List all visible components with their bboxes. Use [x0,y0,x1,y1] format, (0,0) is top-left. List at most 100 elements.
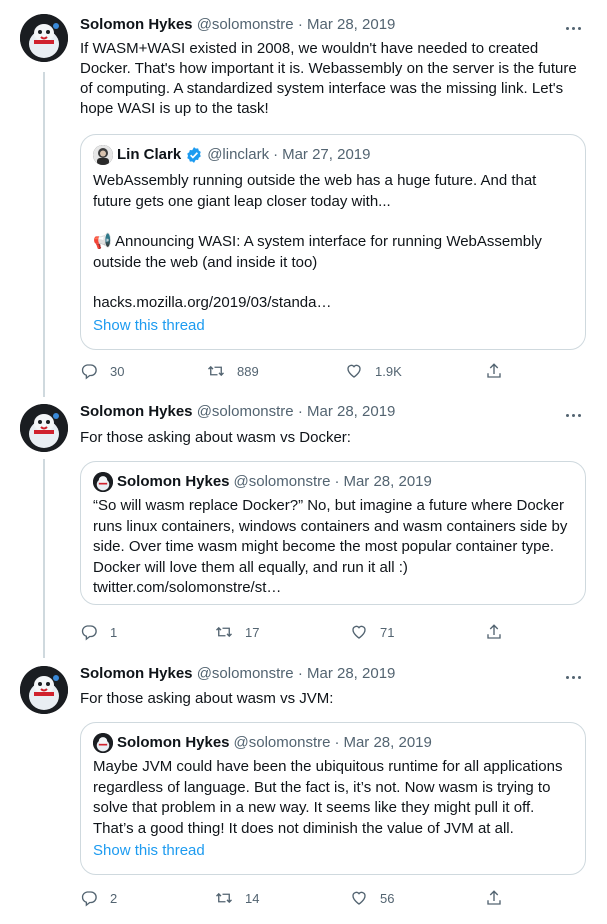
tweet-date[interactable]: Mar 28, 2019 [307,665,395,682]
user-portrait-icon [93,145,113,165]
heart-icon [352,891,366,905]
quoted-tweet-header: Lin Clark @linclark · Mar 27, 2019 [93,145,370,165]
quoted-tweet-header: Solomon Hykes @solomonstre · Mar 28, 201… [93,472,432,492]
show-thread-link[interactable]: Show this thread [93,841,205,861]
avatar[interactable] [20,666,68,714]
author-handle[interactable]: @solomonstre [197,665,294,682]
quoted-tweet[interactable]: Solomon Hykes @solomonstre · Mar 28, 201… [80,722,586,875]
author-name[interactable]: Solomon Hykes [80,665,193,682]
quoted-author-handle: @solomonstre [233,473,331,490]
tweet-header: Solomon Hykes @solomonstre · Mar 28, 201… [80,664,395,684]
avatar[interactable] [20,404,68,452]
separator-dot: · [334,473,340,490]
tweet-date[interactable]: Mar 28, 2019 [307,16,395,33]
penguin-avatar-icon [20,666,68,714]
tweet-actions: 1 17 71 [80,622,510,642]
share-icon [487,624,501,639]
quoted-tweet-date: Mar 28, 2019 [343,734,432,751]
heart-icon [352,625,366,639]
author-name[interactable]: Solomon Hykes [80,403,193,420]
separator-dot: · [297,403,303,420]
tweet-header: Solomon Hykes @solomonstre · Mar 28, 201… [80,402,395,422]
like-count: 56 [380,890,395,906]
like-button[interactable]: 1.9K [345,361,402,381]
quoted-author-name: Solomon Hykes [117,734,230,751]
tweet-actions: 2 14 56 [80,888,510,908]
reply-icon [81,625,97,641]
author-handle[interactable]: @solomonstre [197,403,294,420]
avatar [93,733,113,753]
like-button[interactable]: 56 [350,888,394,908]
like-button[interactable]: 71 [350,622,394,642]
more-options-icon[interactable] [563,405,583,425]
quoted-author-handle: @solomonstre [233,734,331,751]
penguin-avatar-icon [20,404,68,452]
retweet-button[interactable]: 14 [215,888,259,908]
share-button[interactable] [485,361,515,381]
tweet[interactable]: Solomon Hykes @solomonstre · Mar 28, 201… [0,658,607,924]
quoted-link[interactable]: twitter.com/solomonstre/st… [93,578,575,599]
reply-button[interactable]: 2 [80,888,117,908]
share-button[interactable] [485,888,515,908]
verified-badge-icon [187,147,201,163]
separator-dot: · [273,146,279,163]
quoted-tweet-text: WebAssembly running outside the web has … [93,171,575,314]
separator-dot: · [297,665,303,682]
quoted-paragraph: “So will wasm replace Docker?” No, but i… [93,497,568,576]
show-thread-link[interactable]: Show this thread [93,316,205,336]
quoted-tweet-date: Mar 27, 2019 [282,146,371,163]
tweet[interactable]: Solomon Hykes @solomonstre · Mar 28, 201… [0,0,607,395]
retweet-icon [216,626,232,638]
reply-icon [81,891,97,907]
quoted-paragraph: WebAssembly running outside the web has … [93,172,537,210]
quoted-tweet[interactable]: Lin Clark @linclark · Mar 27, 2019 WebAs… [80,134,586,350]
quoted-author-handle: @linclark [207,146,270,163]
tweet-header: Solomon Hykes @solomonstre · Mar 28, 201… [80,15,395,35]
more-options-icon[interactable] [563,667,583,687]
share-button[interactable] [485,622,515,642]
share-icon [487,363,501,378]
retweet-button[interactable]: 889 [207,361,259,381]
separator-dot: · [334,734,340,751]
more-options-icon[interactable] [563,18,583,38]
quoted-tweet-header: Solomon Hykes @solomonstre · Mar 28, 201… [93,733,432,753]
retweet-button[interactable]: 17 [215,622,259,642]
megaphone-icon: 📢 [93,233,112,250]
reply-button[interactable]: 1 [80,622,117,642]
like-count: 71 [380,624,395,640]
announcement-text: Announcing WASI: A system interface for … [93,233,542,271]
like-count: 1.9K [375,363,402,379]
retweet-count: 889 [237,363,259,379]
avatar[interactable] [20,14,68,62]
avatar [93,472,113,492]
tweet-text: For those asking about wasm vs Docker: [80,429,351,446]
penguin-avatar-icon [93,472,113,492]
heart-icon [347,364,361,378]
quoted-author-name: Lin Clark [117,146,182,163]
reply-count: 30 [110,363,125,379]
retweet-icon [208,365,224,377]
separator-dot: · [297,16,303,33]
reply-button[interactable]: 30 [80,361,124,381]
quoted-link[interactable]: hacks.mozilla.org/2019/03/standa… [93,293,575,314]
tweet-actions: 30 889 1.9K [80,361,510,381]
penguin-avatar-icon [93,733,113,753]
author-handle[interactable]: @solomonstre [197,16,294,33]
tweet-text: If WASM+WASI existed in 2008, we wouldn'… [80,40,577,117]
retweet-count: 17 [245,624,260,640]
retweet-icon [216,892,232,904]
avatar [93,145,113,165]
retweet-count: 14 [245,890,260,906]
share-icon [487,890,501,905]
tweet-date[interactable]: Mar 28, 2019 [307,403,395,420]
quoted-tweet[interactable]: Solomon Hykes @solomonstre · Mar 28, 201… [80,461,586,605]
author-name[interactable]: Solomon Hykes [80,16,193,33]
penguin-avatar-icon [20,14,68,62]
tweet-text: For those asking about wasm vs JVM: [80,690,334,707]
quoted-tweet-text: “So will wasm replace Docker?” No, but i… [93,496,575,599]
tweet[interactable]: Solomon Hykes @solomonstre · Mar 28, 201… [0,395,607,658]
quoted-tweet-date: Mar 28, 2019 [343,473,432,490]
quoted-paragraph: 📢 Announcing WASI: A system interface fo… [93,232,575,273]
quoted-author-name: Solomon Hykes [117,473,230,490]
reply-count: 1 [110,624,118,640]
